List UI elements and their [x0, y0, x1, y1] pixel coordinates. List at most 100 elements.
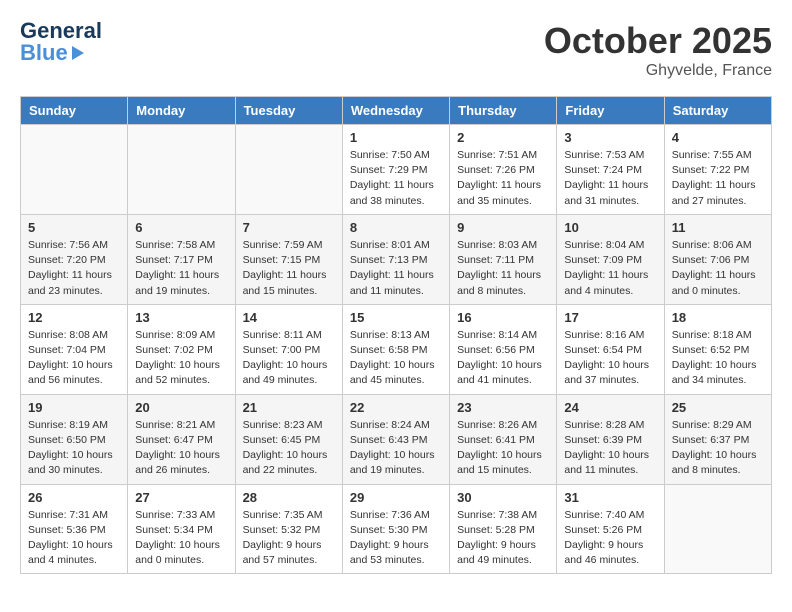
day-info: Sunrise: 7:55 AM Sunset: 7:22 PM Dayligh… [672, 148, 764, 209]
day-info: Sunrise: 7:33 AM Sunset: 5:34 PM Dayligh… [135, 508, 227, 569]
day-number: 7 [243, 220, 335, 235]
calendar-cell: 17 Sunrise: 8:16 AM Sunset: 6:54 PM Dayli… [557, 304, 664, 394]
day-number: 31 [564, 490, 656, 505]
weekday-header-wednesday: Wednesday [342, 97, 449, 125]
calendar-week-row: 26 Sunrise: 7:31 AM Sunset: 5:36 PM Dayli… [21, 484, 772, 574]
day-number: 30 [457, 490, 549, 505]
calendar-cell: 31 Sunrise: 7:40 AM Sunset: 5:26 PM Dayli… [557, 484, 664, 574]
calendar-cell: 1 Sunrise: 7:50 AM Sunset: 7:29 PM Daylig… [342, 125, 449, 215]
calendar-week-row: 1 Sunrise: 7:50 AM Sunset: 7:29 PM Daylig… [21, 125, 772, 215]
calendar-cell: 26 Sunrise: 7:31 AM Sunset: 5:36 PM Dayli… [21, 484, 128, 574]
day-info: Sunrise: 8:08 AM Sunset: 7:04 PM Dayligh… [28, 328, 120, 389]
logo-arrow-icon [72, 46, 84, 60]
day-info: Sunrise: 7:35 AM Sunset: 5:32 PM Dayligh… [243, 508, 335, 569]
day-number: 16 [457, 310, 549, 325]
day-number: 14 [243, 310, 335, 325]
calendar-cell: 12 Sunrise: 8:08 AM Sunset: 7:04 PM Dayli… [21, 304, 128, 394]
day-number: 22 [350, 400, 442, 415]
calendar-cell [21, 125, 128, 215]
calendar-cell: 10Sunrise: 8:04 AM Sunset: 7:09 PM Dayli… [557, 214, 664, 304]
calendar-cell: 19 Sunrise: 8:19 AM Sunset: 6:50 PM Dayli… [21, 394, 128, 484]
day-info: Sunrise: 7:51 AM Sunset: 7:26 PM Dayligh… [457, 148, 549, 209]
day-info: Sunrise: 7:58 AM Sunset: 7:17 PM Dayligh… [135, 238, 227, 299]
day-info: Sunrise: 7:59 AM Sunset: 7:15 PM Dayligh… [243, 238, 335, 299]
calendar-cell: 18Sunrise: 8:18 AM Sunset: 6:52 PM Dayli… [664, 304, 771, 394]
day-info: Sunrise: 8:18 AM Sunset: 6:52 PM Dayligh… [672, 328, 764, 389]
day-number: 12 [28, 310, 120, 325]
day-number: 3 [564, 130, 656, 145]
calendar-cell: 30 Sunrise: 7:38 AM Sunset: 5:28 PM Dayli… [450, 484, 557, 574]
month-title: October 2025 [544, 20, 772, 62]
day-info: Sunrise: 8:19 AM Sunset: 6:50 PM Dayligh… [28, 418, 120, 479]
day-info: Sunrise: 7:40 AM Sunset: 5:26 PM Dayligh… [564, 508, 656, 569]
day-number: 15 [350, 310, 442, 325]
weekday-header-friday: Friday [557, 97, 664, 125]
calendar-week-row: 5 Sunrise: 7:56 AM Sunset: 7:20 PM Daylig… [21, 214, 772, 304]
calendar-cell: 2 Sunrise: 7:51 AM Sunset: 7:26 PM Daylig… [450, 125, 557, 215]
day-number: 26 [28, 490, 120, 505]
day-number: 20 [135, 400, 227, 415]
day-number: 21 [243, 400, 335, 415]
day-info: Sunrise: 8:26 AM Sunset: 6:41 PM Dayligh… [457, 418, 549, 479]
calendar-cell: 5 Sunrise: 7:56 AM Sunset: 7:20 PM Daylig… [21, 214, 128, 304]
calendar-cell: 27 Sunrise: 7:33 AM Sunset: 5:34 PM Dayli… [128, 484, 235, 574]
day-number: 28 [243, 490, 335, 505]
calendar-cell: 6Sunrise: 7:58 AM Sunset: 7:17 PM Daylig… [128, 214, 235, 304]
day-info: Sunrise: 8:01 AM Sunset: 7:13 PM Dayligh… [350, 238, 442, 299]
day-info: Sunrise: 8:14 AM Sunset: 6:56 PM Dayligh… [457, 328, 549, 389]
weekday-header-monday: Monday [128, 97, 235, 125]
calendar-header-row: SundayMondayTuesdayWednesdayThursdayFrid… [21, 97, 772, 125]
logo: General Blue [20, 20, 102, 64]
day-number: 4 [672, 130, 764, 145]
weekday-header-thursday: Thursday [450, 97, 557, 125]
logo-blue: Blue [20, 42, 68, 64]
weekday-header-sunday: Sunday [21, 97, 128, 125]
day-number: 10 [564, 220, 656, 235]
day-number: 27 [135, 490, 227, 505]
calendar-cell: 25Sunrise: 8:29 AM Sunset: 6:37 PM Dayli… [664, 394, 771, 484]
day-number: 9 [457, 220, 549, 235]
calendar-cell [664, 484, 771, 574]
calendar-cell: 11Sunrise: 8:06 AM Sunset: 7:06 PM Dayli… [664, 214, 771, 304]
calendar-cell: 14 Sunrise: 8:11 AM Sunset: 7:00 PM Dayli… [235, 304, 342, 394]
logo-general: General [20, 20, 102, 42]
calendar-cell: 15 Sunrise: 8:13 AM Sunset: 6:58 PM Dayli… [342, 304, 449, 394]
title-block: October 2025 Ghyvelde, France [544, 20, 772, 80]
day-number: 13 [135, 310, 227, 325]
day-number: 8 [350, 220, 442, 235]
day-info: Sunrise: 8:13 AM Sunset: 6:58 PM Dayligh… [350, 328, 442, 389]
day-info: Sunrise: 7:56 AM Sunset: 7:20 PM Dayligh… [28, 238, 120, 299]
calendar-week-row: 12 Sunrise: 8:08 AM Sunset: 7:04 PM Dayli… [21, 304, 772, 394]
calendar-cell: 13 Sunrise: 8:09 AM Sunset: 7:02 PM Dayli… [128, 304, 235, 394]
calendar-cell: 8 Sunrise: 8:01 AM Sunset: 7:13 PM Daylig… [342, 214, 449, 304]
calendar-cell: 29Sunrise: 7:36 AM Sunset: 5:30 PM Dayli… [342, 484, 449, 574]
day-info: Sunrise: 8:16 AM Sunset: 6:54 PM Dayligh… [564, 328, 656, 389]
day-number: 2 [457, 130, 549, 145]
location: Ghyvelde, France [544, 62, 772, 80]
page-header: General Blue October 2025 Ghyvelde, Fran… [20, 20, 772, 80]
day-number: 19 [28, 400, 120, 415]
calendar-cell [128, 125, 235, 215]
calendar-cell: 3 Sunrise: 7:53 AM Sunset: 7:24 PM Daylig… [557, 125, 664, 215]
day-info: Sunrise: 8:29 AM Sunset: 6:37 PM Dayligh… [672, 418, 764, 479]
day-info: Sunrise: 8:24 AM Sunset: 6:43 PM Dayligh… [350, 418, 442, 479]
day-info: Sunrise: 7:31 AM Sunset: 5:36 PM Dayligh… [28, 508, 120, 569]
day-number: 11 [672, 220, 764, 235]
day-number: 24 [564, 400, 656, 415]
day-info: Sunrise: 8:21 AM Sunset: 6:47 PM Dayligh… [135, 418, 227, 479]
day-info: Sunrise: 8:03 AM Sunset: 7:11 PM Dayligh… [457, 238, 549, 299]
calendar-cell [235, 125, 342, 215]
calendar-cell: 20 Sunrise: 8:21 AM Sunset: 6:47 PM Dayli… [128, 394, 235, 484]
day-info: Sunrise: 7:53 AM Sunset: 7:24 PM Dayligh… [564, 148, 656, 209]
day-number: 23 [457, 400, 549, 415]
day-info: Sunrise: 7:38 AM Sunset: 5:28 PM Dayligh… [457, 508, 549, 569]
day-number: 17 [564, 310, 656, 325]
day-info: Sunrise: 8:09 AM Sunset: 7:02 PM Dayligh… [135, 328, 227, 389]
day-info: Sunrise: 8:11 AM Sunset: 7:00 PM Dayligh… [243, 328, 335, 389]
day-info: Sunrise: 7:50 AM Sunset: 7:29 PM Dayligh… [350, 148, 442, 209]
day-number: 5 [28, 220, 120, 235]
calendar-table: SundayMondayTuesdayWednesdayThursdayFrid… [20, 96, 772, 574]
calendar-cell: 22 Sunrise: 8:24 AM Sunset: 6:43 PM Dayli… [342, 394, 449, 484]
calendar-cell: 4 Sunrise: 7:55 AM Sunset: 7:22 PM Daylig… [664, 125, 771, 215]
day-number: 1 [350, 130, 442, 145]
